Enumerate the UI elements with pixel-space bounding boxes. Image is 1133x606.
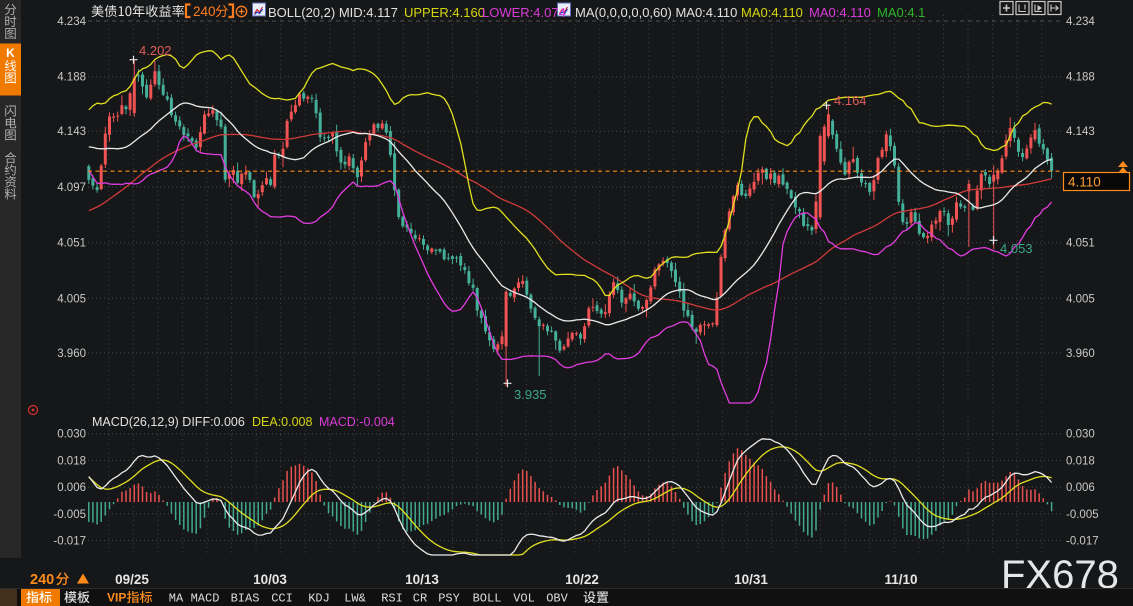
svg-text:UPPER:4.160: UPPER:4.160 [404,5,485,20]
svg-text:4.110: 4.110 [1068,175,1101,190]
svg-text:VIP: VIP [107,591,126,605]
svg-text:MA0:4.110: MA0:4.110 [809,5,871,20]
svg-text:4.143: 4.143 [1066,126,1095,138]
svg-text:4.143: 4.143 [57,126,86,138]
svg-text:K: K [6,46,15,60]
svg-text:4.234: 4.234 [57,16,86,28]
svg-text:0.030: 0.030 [57,429,86,441]
svg-text:4.005: 4.005 [57,293,86,305]
svg-text:0.018: 0.018 [1066,455,1095,467]
svg-text:4.051: 4.051 [57,238,86,250]
svg-text:3.960: 3.960 [1066,348,1095,360]
svg-text:4.051: 4.051 [1066,238,1095,250]
svg-text:-0.005: -0.005 [1066,509,1099,521]
svg-text:240: 240 [193,4,216,19]
svg-text:MA: MA [169,592,184,606]
svg-text:09/25: 09/25 [115,572,149,587]
svg-text:PSY: PSY [438,592,460,606]
svg-text:CCI: CCI [271,592,293,606]
svg-text:4.202: 4.202 [139,43,172,58]
svg-text:DEA:0.008: DEA:0.008 [252,415,313,429]
svg-text:RSI: RSI [381,592,403,606]
svg-text:LW&: LW& [344,592,366,606]
svg-text:MA(0,0,0,0,0,60) MA0:4.110: MA(0,0,0,0,0,60) MA0:4.110 [575,5,737,20]
svg-text:3.935: 3.935 [514,387,547,402]
svg-text:BOLL(20,2) MID:4.117: BOLL(20,2) MID:4.117 [268,5,398,20]
svg-text:MACD(26,12,9) DIFF:0.006: MACD(26,12,9) DIFF:0.006 [92,415,245,429]
svg-text:4.164: 4.164 [834,93,867,108]
svg-text:4.097: 4.097 [57,182,86,194]
svg-text:240: 240 [30,572,54,588]
svg-text:0.030: 0.030 [1066,429,1095,441]
svg-text:OBV: OBV [546,592,568,606]
svg-text:11/10: 11/10 [884,572,917,587]
svg-text:VOL: VOL [513,592,535,606]
svg-text:4.005: 4.005 [1066,293,1095,305]
svg-text:BIAS: BIAS [231,592,260,606]
svg-text:4.053: 4.053 [1000,241,1033,256]
svg-text:KDJ: KDJ [308,592,330,606]
svg-text:-0.005: -0.005 [53,509,86,521]
svg-text:MA0:4.110: MA0:4.110 [741,5,803,20]
svg-text:-0.017: -0.017 [1066,536,1099,548]
svg-text:LOWER:4.074: LOWER:4.074 [482,5,566,20]
svg-text:-0.017: -0.017 [53,536,86,548]
svg-text:4.234: 4.234 [1066,16,1095,28]
svg-text:3.960: 3.960 [57,348,86,360]
svg-text:CR: CR [413,592,427,606]
svg-text:4.188: 4.188 [57,72,86,84]
svg-text:0.006: 0.006 [57,482,86,494]
svg-text:0.018: 0.018 [57,455,86,467]
svg-text:4.188: 4.188 [1066,72,1095,84]
svg-text:10/22: 10/22 [565,572,599,587]
svg-text:0.006: 0.006 [1066,482,1095,494]
svg-text:10/31: 10/31 [734,572,768,587]
svg-text:10/13: 10/13 [405,572,439,587]
svg-text:MACD:-0.004: MACD:-0.004 [319,415,395,429]
svg-text:MA0:4.1: MA0:4.1 [877,5,925,20]
svg-text:10/03: 10/03 [253,572,287,587]
svg-text:BOLL: BOLL [473,592,502,606]
svg-text:MACD: MACD [191,592,220,606]
